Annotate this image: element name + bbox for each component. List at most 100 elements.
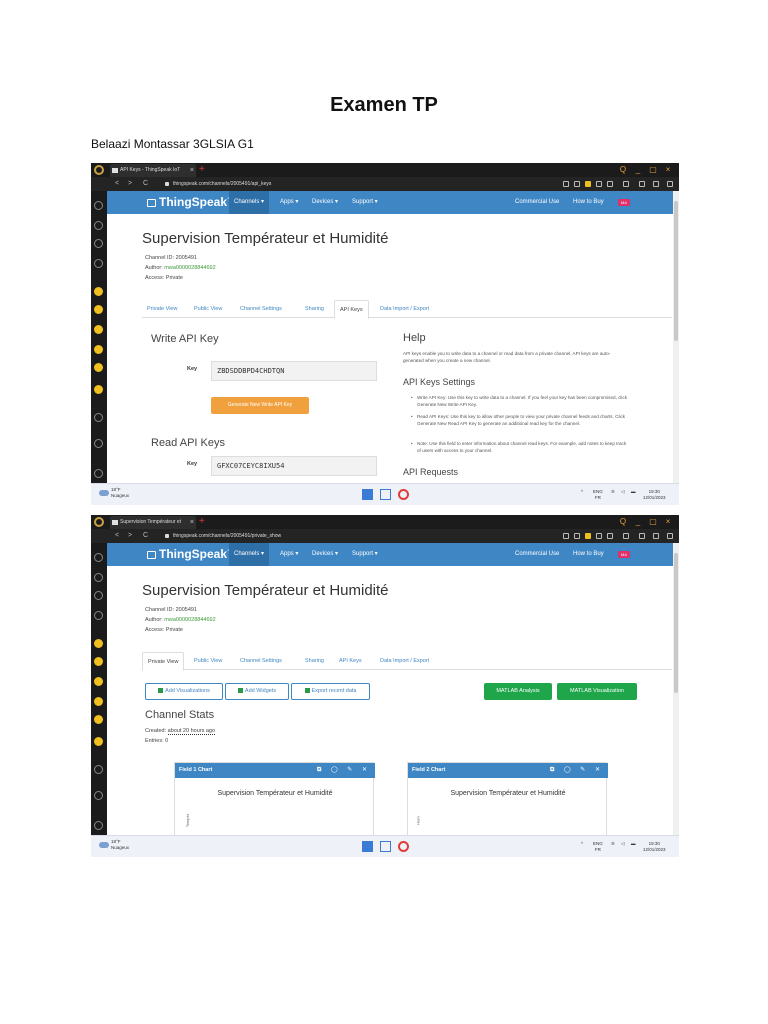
sidebar-history-icon[interactable] (94, 573, 103, 582)
tab-close-icon[interactable]: × (190, 164, 194, 177)
opera-taskbar-icon[interactable] (398, 841, 409, 852)
menu-icon[interactable] (667, 181, 673, 187)
volume-icon[interactable]: ◁ (621, 489, 624, 495)
nav-devices[interactable]: Devices ▾ (307, 543, 343, 566)
download-icon[interactable] (653, 533, 659, 539)
sidebar-music-icon[interactable] (94, 385, 103, 394)
matlab-visualization-button[interactable]: MATLAB Visualization (557, 683, 637, 700)
menu-icon[interactable] (667, 533, 673, 539)
sidebar-tiktok-icon[interactable] (94, 715, 103, 724)
start-icon[interactable] (362, 489, 373, 500)
search-icon[interactable]: Q (617, 163, 629, 177)
sidebar-chat-icon[interactable] (94, 611, 103, 620)
author-link[interactable]: mwa0000028844692 (164, 617, 215, 623)
author-link[interactable]: mwa0000028844692 (164, 265, 215, 271)
nav-channels[interactable]: Channels ▾ (229, 543, 270, 566)
tray-chevron-icon[interactable]: ^ (581, 841, 583, 847)
new-tab-icon[interactable]: + (199, 163, 205, 176)
tab-api-keys[interactable]: API Keys (334, 652, 367, 670)
weather-widget[interactable]: 18°F Nuageux (111, 839, 129, 851)
sidebar-more-icon[interactable] (94, 821, 103, 830)
language-indicator[interactable]: ENG FR (593, 841, 603, 853)
minimize-icon[interactable]: _ (632, 515, 644, 529)
weather-icon[interactable] (99, 842, 109, 848)
tray-chevron-icon[interactable]: ^ (581, 489, 583, 495)
sidebar-music-icon[interactable] (94, 737, 103, 746)
weather-widget[interactable]: 18°F Nuageux (111, 487, 129, 499)
settings-icon[interactable] (623, 181, 629, 187)
reload-icon[interactable]: C (143, 529, 148, 543)
nav-apps[interactable]: Apps ▾ (275, 191, 303, 214)
nav-how-to-buy[interactable]: How to Buy (568, 191, 609, 214)
scrollbar-thumb[interactable] (674, 201, 678, 341)
extension-icon[interactable] (574, 181, 580, 187)
nav-support[interactable]: Support ▾ (347, 543, 383, 566)
tab-data-import-export[interactable]: Data Import / Export (375, 652, 434, 670)
heart-icon[interactable] (607, 181, 613, 187)
new-tab-icon[interactable]: + (199, 515, 205, 528)
tab-channel-settings[interactable]: Channel Settings (235, 300, 287, 318)
close-window-icon[interactable]: × (662, 515, 674, 529)
tab-channel-settings[interactable]: Channel Settings (235, 652, 287, 670)
translate-icon[interactable] (639, 181, 645, 187)
read-key-field[interactable]: GFXC07CEYC8IXU54 (211, 456, 377, 476)
thingspeak-logo[interactable]: ThingSpeak™ (147, 547, 239, 561)
sidebar-messenger-icon[interactable] (94, 639, 103, 648)
sidebar-home-icon[interactable] (94, 201, 103, 210)
play-icon[interactable] (596, 181, 602, 187)
maximize-icon[interactable]: ▢ (647, 163, 659, 177)
tab-api-keys[interactable]: API Keys (334, 300, 369, 319)
clock[interactable]: 19:30 12/01/2023 (643, 489, 666, 501)
browser-tab[interactable]: API Keys - ThingSpeak IoT × (110, 164, 196, 177)
shield-icon[interactable] (585, 533, 591, 539)
battery-icon[interactable]: ▬ (631, 489, 636, 495)
sidebar-player-icon[interactable] (94, 413, 103, 422)
sidebar-history-icon[interactable] (94, 221, 103, 230)
sidebar-telegram-icon[interactable] (94, 677, 103, 686)
back-icon[interactable]: < (115, 177, 119, 191)
close-window-icon[interactable]: × (662, 163, 674, 177)
add-visualizations-button[interactable]: Add Visualizations (145, 683, 223, 700)
sidebar-player-icon[interactable] (94, 765, 103, 774)
battery-icon[interactable]: ▬ (631, 841, 636, 847)
heart-icon[interactable] (607, 533, 613, 539)
sidebar-bag-icon[interactable] (94, 591, 103, 600)
write-key-field[interactable]: ZBDSDDBPD4CHDTQN (211, 361, 377, 381)
start-icon[interactable] (362, 841, 373, 852)
sidebar-more-icon[interactable] (94, 469, 103, 478)
sidebar-instagram-icon[interactable] (94, 697, 103, 706)
page-scrollbar[interactable] (673, 543, 679, 835)
minimize-icon[interactable]: _ (632, 163, 644, 177)
reload-icon[interactable]: C (143, 177, 148, 191)
tab-sharing[interactable]: Sharing (300, 300, 329, 318)
wifi-icon[interactable]: ≋ (611, 841, 615, 847)
play-icon[interactable] (596, 533, 602, 539)
nav-support[interactable]: Support ▾ (347, 191, 383, 214)
wifi-icon[interactable]: ≋ (611, 489, 615, 495)
nav-channels[interactable]: Channels ▾ (229, 191, 270, 214)
weather-icon[interactable] (99, 490, 109, 496)
download-icon[interactable] (653, 181, 659, 187)
chart-tools-icons[interactable]: ⧉ ◯ ✎ ✕ (317, 763, 371, 778)
nav-apps[interactable]: Apps ▾ (275, 543, 303, 566)
generate-write-key-button[interactable]: Generate New Write API Key (211, 397, 309, 414)
sidebar-home-icon[interactable] (94, 553, 103, 562)
sidebar-whatsapp-icon[interactable] (94, 657, 103, 666)
user-avatar[interactable]: MA (618, 551, 630, 558)
sidebar-bag-icon[interactable] (94, 239, 103, 248)
settings-icon[interactable] (623, 533, 629, 539)
extension-icon[interactable] (574, 533, 580, 539)
nav-how-to-buy[interactable]: How to Buy (568, 543, 609, 566)
maximize-icon[interactable]: ▢ (647, 515, 659, 529)
url-input[interactable]: thingspeak.com/channels/2005491/api_keys (173, 177, 271, 191)
opera-taskbar-icon[interactable] (398, 489, 409, 500)
sidebar-messenger-icon[interactable] (94, 287, 103, 296)
sidebar-bookmarks-icon[interactable] (94, 791, 103, 800)
thingspeak-logo[interactable]: ThingSpeak™ (147, 195, 239, 209)
nav-devices[interactable]: Devices ▾ (307, 191, 343, 214)
page-scrollbar[interactable] (673, 191, 679, 483)
browser-tab[interactable]: Supervision Températeur et × (110, 516, 196, 529)
shield-icon[interactable] (585, 181, 591, 187)
forward-icon[interactable]: > (128, 177, 132, 191)
nav-commercial-use[interactable]: Commercial Use (510, 191, 564, 214)
